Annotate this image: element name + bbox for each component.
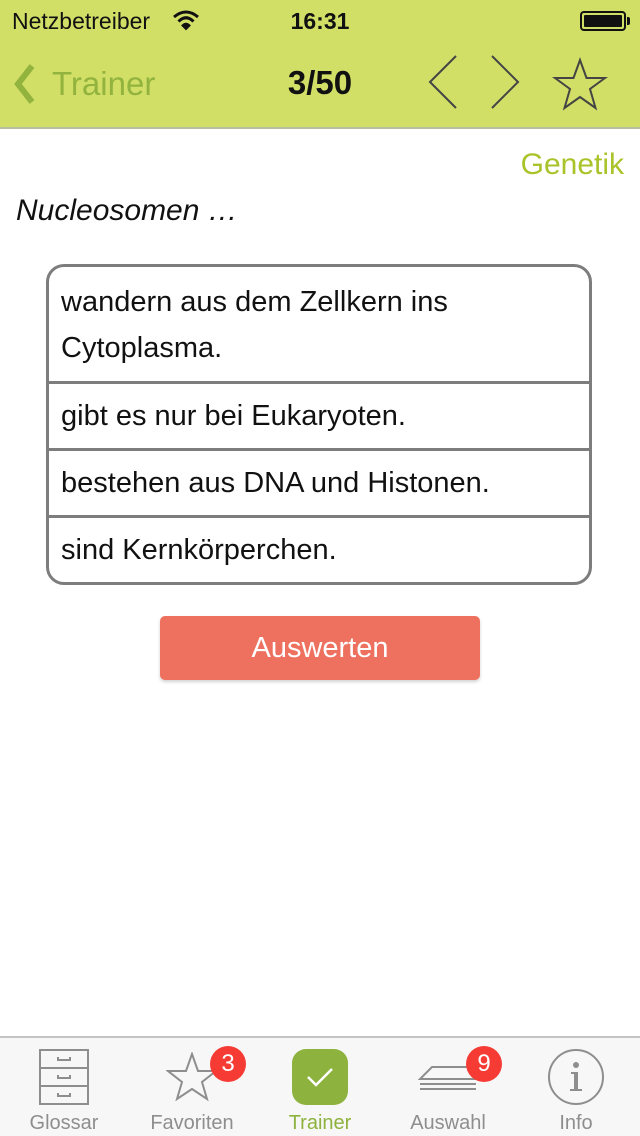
tab-bar: Glossar 3 Favoriten Trainer 9 Auswahl In… (0, 1036, 640, 1136)
top-bar: Netzbetreiber 16:31 Trainer 3/50 (0, 0, 640, 129)
question-counter: 3/50 (287, 64, 353, 101)
next-question-button[interactable] (478, 54, 538, 114)
category-label: Genetik (520, 148, 624, 181)
info-icon (548, 1049, 604, 1105)
answer-option[interactable]: sind Kernkörperchen. (49, 515, 589, 582)
favorite-button[interactable] (550, 54, 610, 114)
tab-label: Trainer (288, 1112, 352, 1134)
tab-glossar[interactable]: Glossar (0, 1038, 128, 1136)
selection-count-badge: 9 (466, 1046, 502, 1082)
navigation-bar: Trainer 3/50 (0, 40, 640, 128)
checkmark-icon (292, 1049, 348, 1105)
star-outline-icon (552, 57, 608, 111)
tab-auswahl[interactable]: 9 Auswahl (384, 1038, 512, 1136)
cabinet-icon (39, 1049, 89, 1105)
answer-list: wandern aus dem Zellkern ins Cytoplasma.… (46, 264, 592, 585)
tab-favoriten[interactable]: 3 Favoriten (128, 1038, 256, 1136)
tab-label: Auswahl (410, 1112, 486, 1134)
tab-trainer[interactable]: Trainer (256, 1038, 384, 1136)
status-bar: Netzbetreiber 16:31 (0, 0, 640, 40)
chevron-left-icon (14, 64, 35, 104)
back-label: Trainer (52, 65, 156, 102)
battery-tip (627, 17, 630, 25)
previous-question-button[interactable] (410, 54, 470, 114)
battery-icon (580, 11, 626, 31)
tab-label: Favoriten (150, 1112, 234, 1134)
clock: 16:31 (290, 8, 350, 34)
tab-label: Glossar (29, 1112, 99, 1134)
favorites-count-badge: 3 (210, 1046, 246, 1082)
back-button[interactable]: Trainer (12, 62, 155, 106)
chevron-right-icon (491, 55, 520, 109)
answer-option[interactable]: gibt es nur bei Eukaryoten. (49, 381, 589, 448)
tab-label: Info (559, 1112, 593, 1134)
answer-option[interactable]: bestehen aus DNA und Histonen. (49, 448, 589, 515)
question-text: Nucleosomen … (16, 194, 238, 227)
evaluate-button[interactable]: Auswerten (160, 616, 480, 680)
answer-option[interactable]: wandern aus dem Zellkern ins Cytoplasma. (49, 267, 589, 381)
tab-info[interactable]: Info (512, 1038, 640, 1136)
chevron-left-icon (428, 55, 457, 109)
